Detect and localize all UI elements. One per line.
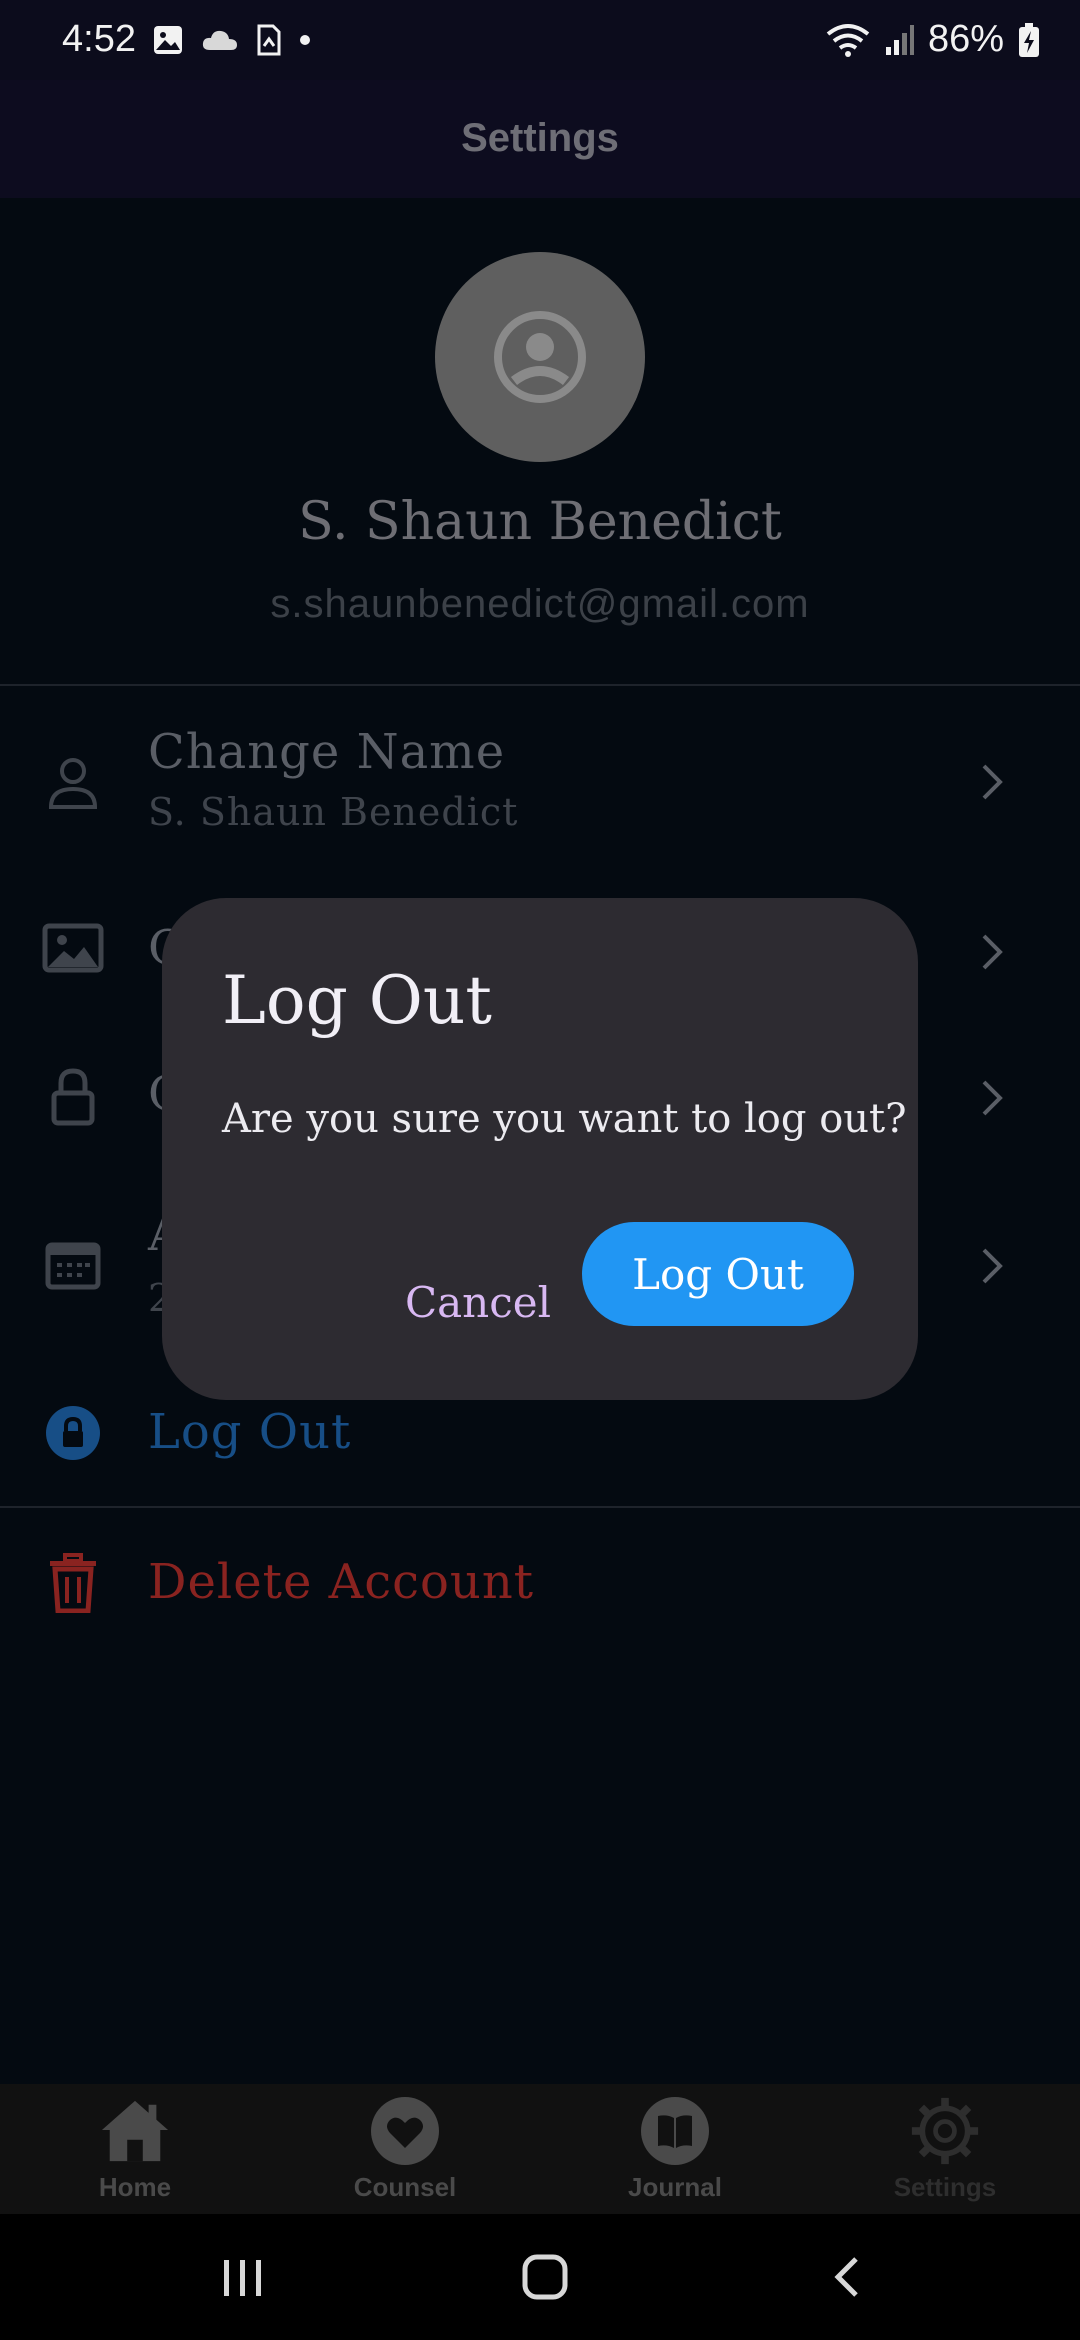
app-bar: Settings — [0, 80, 1080, 198]
image-icon — [40, 915, 106, 981]
nav-home[interactable]: Home — [0, 2084, 270, 2214]
nav-counsel[interactable]: Counsel — [270, 2084, 540, 2214]
logout-row[interactable]: Log Out — [0, 1386, 1080, 1482]
divider — [0, 684, 1080, 686]
back-icon[interactable] — [832, 2256, 860, 2298]
more-dot-icon — [300, 35, 310, 45]
status-bar: 4:52 86% — [0, 0, 1080, 80]
signal-icon — [885, 24, 914, 55]
system-navigation-bar — [0, 2214, 1080, 2340]
battery-charging-icon — [1019, 22, 1039, 57]
logout-dialog: Log Out Are you sure you want to log out… — [162, 898, 918, 1400]
heart-circle-icon — [370, 2096, 440, 2166]
cloud-notification-icon — [202, 30, 237, 50]
gear-icon — [910, 2096, 980, 2166]
page-title: Settings — [461, 116, 619, 160]
chevron-right-icon — [982, 934, 1003, 970]
cancel-button[interactable]: Cancel — [388, 1250, 568, 1354]
bottom-navigation: Home Counsel Journal Settings — [0, 2084, 1080, 2214]
battery-percentage: 86% — [927, 18, 1004, 60]
person-icon — [40, 750, 106, 816]
recent-apps-icon[interactable] — [222, 2258, 264, 2298]
nav-journal[interactable]: Journal — [540, 2084, 810, 2214]
nav-counsel-label: Counsel — [353, 2172, 457, 2202]
confirm-logout-button[interactable]: Log Out — [582, 1222, 854, 1326]
chevron-right-icon — [982, 1080, 1003, 1116]
lock-circle-icon — [40, 1400, 106, 1466]
delete-account-label: Delete Account — [148, 1554, 535, 1610]
trash-icon — [40, 1550, 106, 1616]
avatar[interactable] — [435, 252, 645, 462]
home-icon — [100, 2096, 170, 2166]
gallery-notification-icon — [154, 26, 182, 54]
nav-settings[interactable]: Settings — [810, 2084, 1080, 2214]
change-name-row[interactable]: Change Name S. Shaun Benedict — [0, 712, 1080, 852]
status-system-icons: 86% — [826, 18, 1040, 61]
book-circle-icon — [640, 2096, 710, 2166]
chevron-right-icon — [982, 1248, 1003, 1284]
delete-account-row[interactable]: Delete Account — [0, 1534, 1080, 1630]
lock-icon — [40, 1064, 106, 1130]
chevron-right-icon — [982, 764, 1003, 800]
file-notification-icon — [257, 24, 281, 56]
divider — [0, 1506, 1080, 1508]
account-circle-icon — [494, 311, 586, 403]
change-name-subtitle: S. Shaun Benedict — [148, 790, 519, 834]
logout-label: Log Out — [148, 1404, 352, 1460]
dialog-message: Are you sure you want to log out? — [222, 1096, 907, 1142]
calendar-icon — [40, 1232, 106, 1298]
dialog-title: Log Out — [222, 962, 492, 1039]
status-notification-icons — [152, 24, 312, 56]
wifi-icon — [826, 23, 870, 57]
nav-settings-label: Settings — [893, 2172, 997, 2202]
status-time: 4:52 — [62, 18, 136, 60]
profile-email: s.shaunbenedict@gmail.com — [270, 582, 810, 626]
nav-journal-label: Journal — [628, 2172, 722, 2202]
nav-home-label: Home — [98, 2172, 172, 2202]
profile-name: S. Shaun Benedict — [298, 492, 782, 552]
change-name-title: Change Name — [148, 724, 506, 780]
home-button-icon[interactable] — [522, 2254, 568, 2300]
